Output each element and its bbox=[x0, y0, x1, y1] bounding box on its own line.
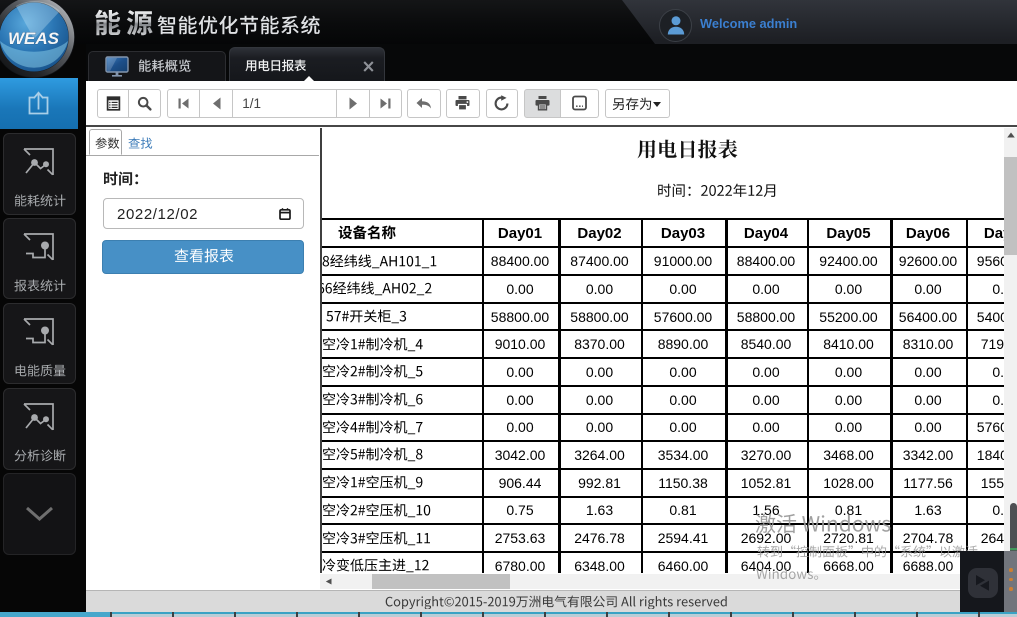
svg-text:WEAS: WEAS bbox=[8, 29, 60, 48]
